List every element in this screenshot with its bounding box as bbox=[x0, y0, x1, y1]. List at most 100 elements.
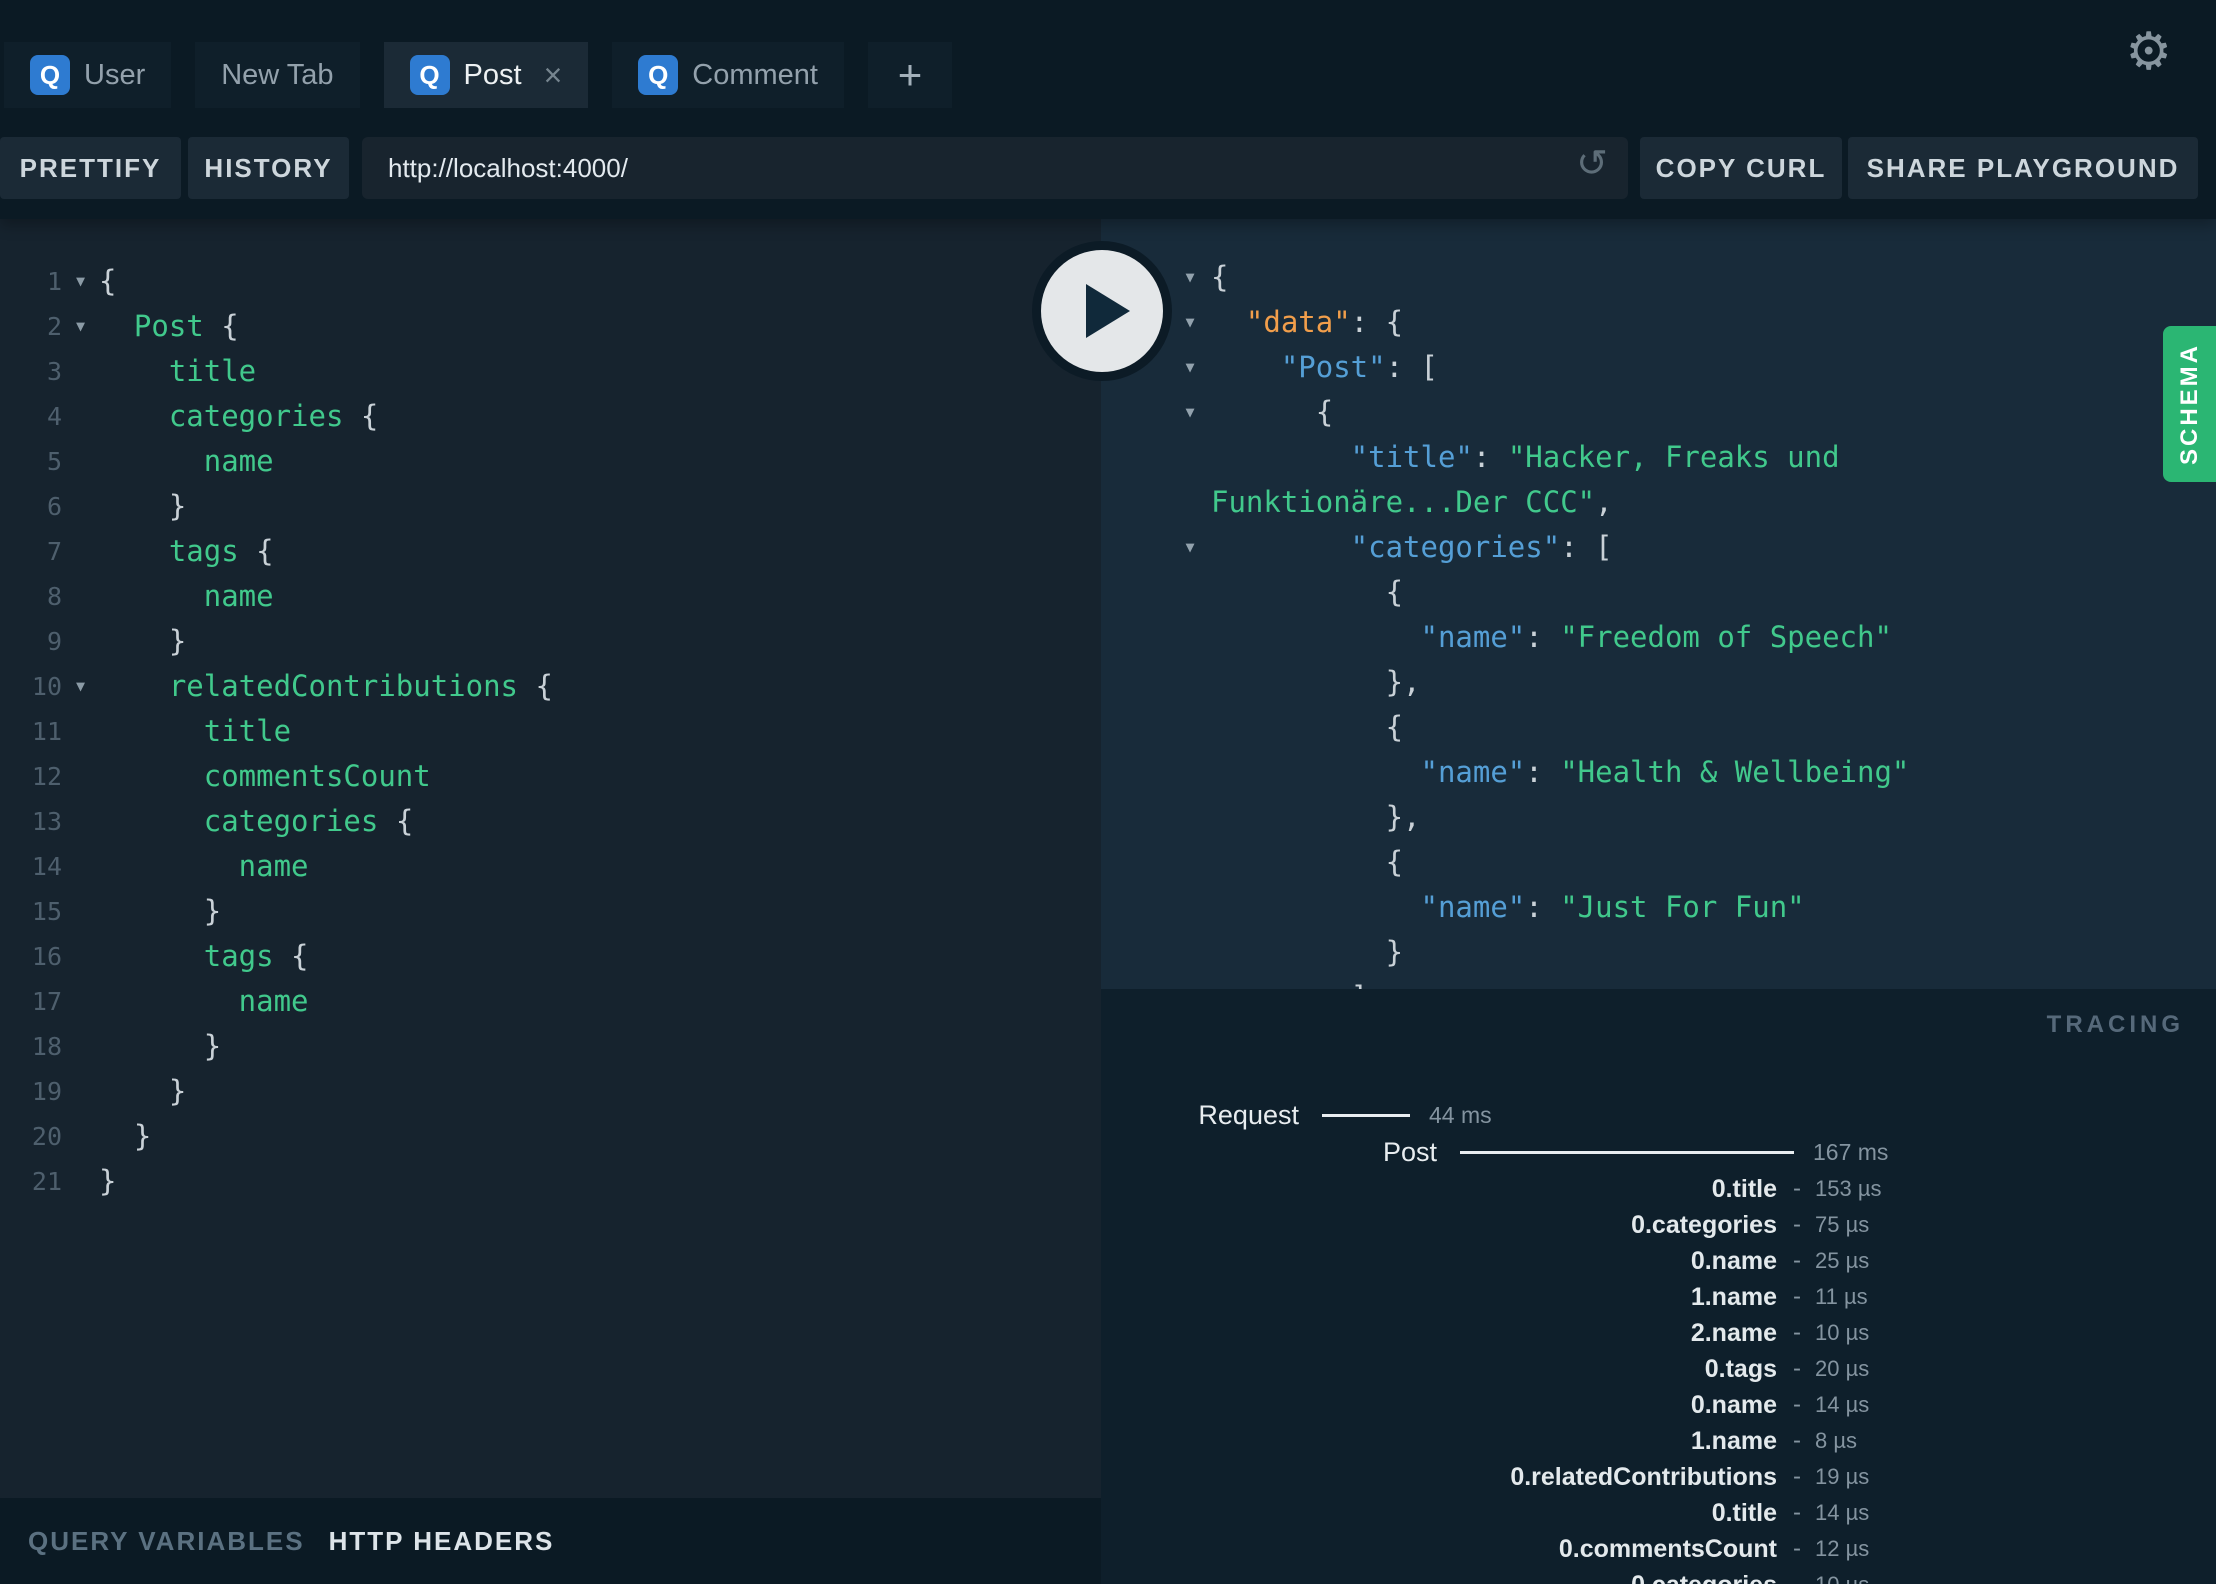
resolver-time: 75 µs bbox=[1815, 1212, 1870, 1237]
query-editor[interactable]: 1 ▾{2 ▾ Post {3 title 4 categories {5 name 6} 7 ta… bbox=[0, 219, 1101, 1498]
token-punct: { bbox=[273, 939, 309, 973]
code-text: { bbox=[1211, 390, 1333, 435]
token-punct: } bbox=[203, 894, 222, 928]
trace-span-time: 44 ms bbox=[1429, 1102, 1492, 1128]
token-punct: , bbox=[1595, 485, 1613, 519]
code-text: tags { bbox=[99, 934, 309, 979]
share-playground-button[interactable]: SHARE PLAYGROUND bbox=[1848, 137, 2198, 199]
trace-resolver-row: 0.title -14 µs bbox=[1101, 1495, 2216, 1531]
token-punct: } bbox=[1385, 935, 1404, 969]
query-line: 20} bbox=[0, 1114, 1101, 1159]
fold-arrow-icon[interactable]: ▾ bbox=[1101, 390, 1211, 435]
code-text: { bbox=[1211, 255, 1228, 300]
tab-new-tab[interactable]: New Tab bbox=[195, 42, 360, 108]
token-key2: "name" bbox=[1420, 890, 1526, 924]
response-line: "name": "Health & Wellbeing" bbox=[1101, 750, 2216, 795]
query-line: 6} bbox=[0, 484, 1101, 529]
token-punct: ] bbox=[1351, 980, 1368, 989]
resolver-dash: - bbox=[1793, 1355, 1801, 1382]
query-variables-tab[interactable]: QUERY VARIABLES bbox=[28, 1526, 305, 1557]
query-badge-icon: Q bbox=[30, 55, 70, 95]
tab-comment[interactable]: Q Comment bbox=[612, 42, 844, 108]
code-text: name bbox=[99, 979, 309, 1024]
token-punct: { bbox=[343, 399, 379, 433]
response-line: { bbox=[1101, 570, 2216, 615]
resolver-dash: - bbox=[1793, 1319, 1801, 1346]
token-field: name bbox=[238, 984, 309, 1018]
resolver-path: 0.relatedContributions bbox=[1510, 1462, 1777, 1491]
token-punct: : bbox=[1472, 440, 1508, 474]
line-number: 10 bbox=[31, 672, 62, 701]
trace-resolver-row: 0.categories - 10 µs bbox=[1101, 1567, 2216, 1584]
resolver-path: 0.title bbox=[1711, 1498, 1777, 1527]
code-text: categories { bbox=[99, 394, 379, 439]
graphql-playground: Q User New Tab Q Post × Q Comment + ⚙ PRETTIFY H… bbox=[0, 0, 2216, 1584]
token-punct: } bbox=[168, 1074, 187, 1108]
play-icon bbox=[1086, 284, 1130, 338]
token-str: "Health & Wellbeing" bbox=[1560, 755, 1910, 789]
query-line: 21} bbox=[0, 1159, 1101, 1204]
query-line: 12 commentsCount bbox=[0, 754, 1101, 799]
line-number: 18 bbox=[31, 1032, 62, 1061]
token-punct: { bbox=[1385, 575, 1404, 609]
query-line: 4 categories { bbox=[0, 394, 1101, 439]
response-line: ▾ "data": { bbox=[1101, 300, 2216, 345]
resolver-dash: - bbox=[1793, 1247, 1801, 1274]
query-line: 11 title bbox=[0, 709, 1101, 754]
response-line: { bbox=[1101, 705, 2216, 750]
token-key1: "data" bbox=[1245, 305, 1351, 339]
token-key2: "title" bbox=[1350, 440, 1473, 474]
response-line: Funktionäre...Der CCC", bbox=[1101, 480, 2216, 525]
trace-span-row: Post 167 ms bbox=[1101, 1134, 2216, 1171]
prettify-button[interactable]: PRETTIFY bbox=[0, 137, 181, 199]
close-tab-icon[interactable]: × bbox=[544, 59, 563, 91]
code-text: ] bbox=[1211, 975, 1368, 989]
history-button[interactable]: HISTORY bbox=[188, 137, 349, 199]
response-line: "title": "Hacker, Freaks und bbox=[1101, 435, 2216, 480]
line-number: 12 bbox=[31, 762, 62, 791]
line-number: 9 bbox=[46, 627, 62, 656]
fold-arrow-icon[interactable]: ▾ bbox=[62, 304, 99, 349]
code-text: Funktionäre...Der CCC", bbox=[1211, 480, 1613, 525]
fold-arrow-icon[interactable]: ▾ bbox=[62, 664, 99, 709]
tab-post[interactable]: Q Post × bbox=[383, 42, 589, 108]
trace-span-row: Request 44 ms bbox=[1101, 1097, 2216, 1134]
fold-arrow-icon[interactable]: ▾ bbox=[62, 259, 99, 304]
line-number: 21 bbox=[31, 1167, 62, 1196]
settings-gear-icon[interactable]: ⚙ bbox=[2125, 26, 2172, 78]
tab-label: User bbox=[84, 58, 146, 91]
resolver-dash: - bbox=[1793, 1499, 1801, 1526]
schema-tab[interactable]: SCHEMA bbox=[2163, 326, 2216, 482]
code-text: }, bbox=[1211, 795, 1421, 840]
trace-resolver-row: 0.name -14 µs bbox=[1101, 1387, 2216, 1423]
new-tab-button[interactable]: + bbox=[867, 42, 952, 108]
tab-label: Comment bbox=[692, 58, 818, 91]
resolver-path: 0.name bbox=[1690, 1246, 1777, 1275]
endpoint-url-input[interactable] bbox=[362, 137, 1628, 199]
response-line: "name": "Freedom of Speech" bbox=[1101, 615, 2216, 660]
reload-schema-icon[interactable]: ↺ bbox=[1576, 145, 1608, 183]
execute-button[interactable] bbox=[1032, 241, 1172, 381]
trace-span-bar bbox=[1460, 1151, 1794, 1154]
token-punct: : bbox=[1525, 890, 1561, 924]
http-headers-tab[interactable]: HTTP HEADERS bbox=[329, 1526, 555, 1557]
copy-curl-button[interactable]: COPY CURL bbox=[1640, 137, 1842, 199]
line-number: 11 bbox=[31, 717, 62, 746]
token-key2: "Post" bbox=[1280, 350, 1386, 384]
token-str: Funktionäre...Der CCC" bbox=[1211, 485, 1596, 519]
tab-user[interactable]: Q User bbox=[4, 42, 172, 108]
token-punct: : bbox=[1525, 755, 1561, 789]
resolver-time: 19 µs bbox=[1815, 1464, 1870, 1489]
line-number: 2 bbox=[46, 312, 62, 341]
fold-arrow-icon[interactable]: ▾ bbox=[1101, 525, 1211, 570]
code-text: "name": "Freedom of Speech" bbox=[1211, 615, 1892, 660]
query-lines: 1 ▾{2 ▾ Post {3 title 4 categories {5 name 6} 7 ta… bbox=[0, 259, 1101, 1204]
